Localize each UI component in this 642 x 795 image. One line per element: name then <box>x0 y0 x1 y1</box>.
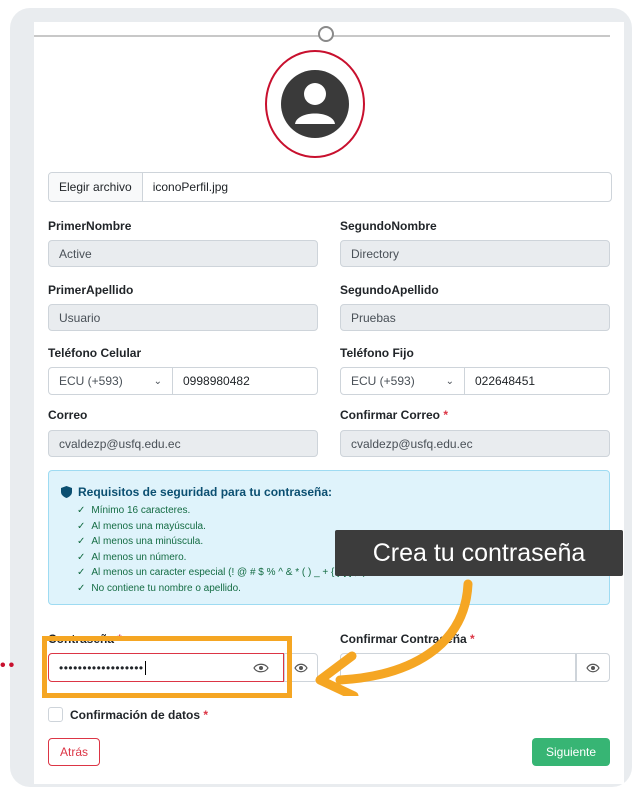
arrow-annotation <box>315 579 473 696</box>
list-item: ✓ Al menos un número. <box>77 550 366 566</box>
segundo-apellido-label: SegundoApellido <box>340 283 439 297</box>
check-icon: ✓ <box>77 551 86 563</box>
annotation-dots: •• <box>0 657 18 674</box>
tooltip-callout: Crea tu contraseña <box>335 530 623 576</box>
requirement-text: Al menos una mayúscula. <box>91 520 206 532</box>
toggle-confirm-password-button[interactable] <box>576 653 610 682</box>
correo-field[interactable]: cvaldezp@usfq.edu.ec <box>48 430 318 457</box>
choose-file-button[interactable]: Elegir archivo <box>49 173 143 201</box>
segundo-apellido-field[interactable]: Pruebas <box>340 304 610 331</box>
telefono-celular-label: Teléfono Celular <box>48 346 142 360</box>
confirmar-correo-label-text: Confirmar Correo <box>340 408 441 422</box>
required-mark: * <box>203 708 209 722</box>
confirmar-correo-field[interactable]: cvaldezp@usfq.edu.ec <box>340 430 610 457</box>
chevron-down-icon: ⌄ <box>153 375 162 387</box>
correo-label: Correo <box>48 408 88 422</box>
divider-knob <box>318 26 334 42</box>
file-input[interactable]: Elegir archivo iconoPerfil.jpg <box>48 172 612 202</box>
segundo-nombre-label: SegundoNombre <box>340 219 437 233</box>
list-item: ✓ Mínimo 16 caracteres. <box>77 503 366 519</box>
celular-country-select[interactable]: ECU (+593) ⌄ <box>48 367 173 395</box>
fijo-country-code: ECU (+593) <box>351 374 415 388</box>
list-item: ✓ Al menos una minúscula. <box>77 534 366 550</box>
chevron-down-icon: ⌄ <box>445 375 454 387</box>
fijo-number-input[interactable]: 022648451 <box>465 367 610 395</box>
check-icon: ✓ <box>77 567 86 579</box>
requirements-title-text: Requisitos de seguridad para tu contrase… <box>78 485 333 499</box>
check-icon: ✓ <box>77 582 86 594</box>
celular-number-input[interactable]: 0998980482 <box>173 367 318 395</box>
check-icon: ✓ <box>77 520 86 532</box>
required-mark: * <box>443 408 449 422</box>
celular-country-code: ECU (+593) <box>59 374 123 388</box>
confirmacion-label-text: Confirmación de datos <box>70 708 201 722</box>
primer-nombre-field[interactable]: Active <box>48 240 318 267</box>
eye-icon <box>586 663 600 672</box>
confirmar-correo-label: Confirmar Correo * <box>340 408 448 422</box>
shield-icon <box>61 486 72 498</box>
confirmacion-label: Confirmación de datos * <box>70 708 208 722</box>
primer-nombre-label: PrimerNombre <box>48 219 132 233</box>
check-icon: ✓ <box>77 505 86 516</box>
primer-apellido-field[interactable]: Usuario <box>48 304 318 331</box>
confirmacion-checkbox[interactable] <box>48 707 63 722</box>
requirement-text: No contiene tu nombre o apellido. <box>91 582 241 594</box>
check-icon: ✓ <box>77 536 86 548</box>
highlight-box <box>42 636 292 698</box>
list-item: ✓ Al menos una mayúscula. <box>77 519 366 535</box>
user-icon <box>281 70 349 138</box>
file-name: iconoPerfil.jpg <box>152 180 229 194</box>
requirements-title: Requisitos de seguridad para tu contrase… <box>61 485 332 499</box>
requirement-text: Mínimo 16 caracteres. <box>91 505 191 516</box>
primer-apellido-label: PrimerApellido <box>48 283 134 297</box>
back-button[interactable]: Atrás <box>48 738 100 766</box>
segundo-nombre-field[interactable]: Directory <box>340 240 610 267</box>
next-button[interactable]: Siguiente <box>532 738 610 766</box>
fijo-country-select[interactable]: ECU (+593) ⌄ <box>340 367 465 395</box>
profile-avatar[interactable] <box>265 50 365 158</box>
requirement-text: Al menos una minúscula. <box>91 536 204 548</box>
requirement-text: Al menos un número. <box>91 551 187 563</box>
telefono-fijo-label: Teléfono Fijo <box>340 346 414 360</box>
